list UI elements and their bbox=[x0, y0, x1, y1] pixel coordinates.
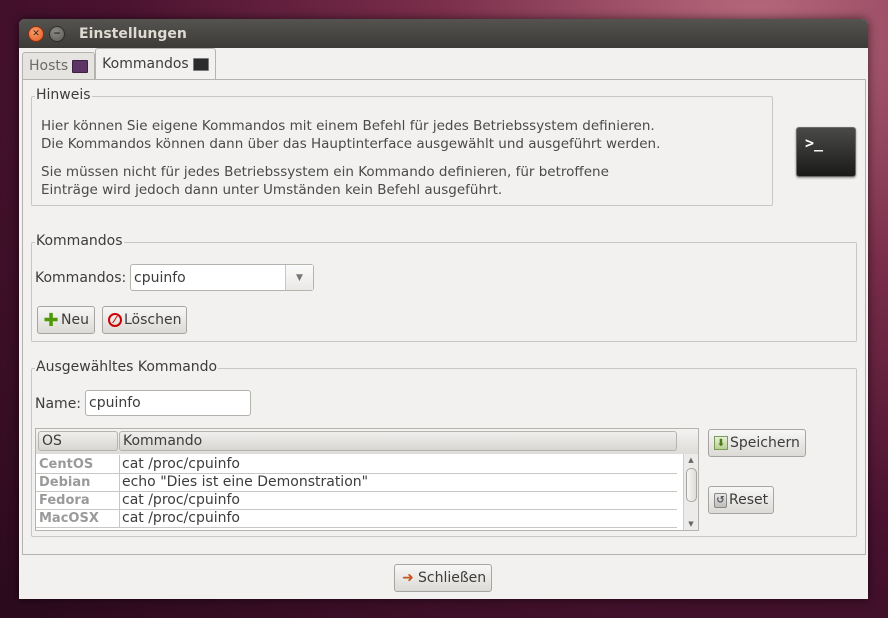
window-minimize-button[interactable]: − bbox=[49, 25, 65, 42]
table-row[interactable]: Debian echo "Dies ist eine Demonstration… bbox=[36, 473, 677, 492]
settings-window: ✕ − Einstellungen Hosts Kommandos Hinwei… bbox=[19, 19, 868, 599]
delete-command-button[interactable]: ⁄ Löschen bbox=[102, 306, 188, 334]
row-os: Fedora bbox=[39, 492, 90, 508]
save-button[interactable]: ⬇ Speichern bbox=[708, 429, 806, 457]
window-title: Einstellungen bbox=[79, 25, 187, 42]
command-select[interactable]: cpuinfo ▼ bbox=[130, 264, 314, 291]
new-command-button[interactable]: ✚ Neu bbox=[37, 306, 95, 334]
hint-line-4: Einträge wird jedoch dann unter Umstände… bbox=[41, 182, 503, 198]
close-label: Schließen bbox=[418, 570, 487, 586]
reset-label: Reset bbox=[729, 492, 769, 508]
row-os: MacOSX bbox=[39, 510, 99, 526]
column-header-command[interactable]: Kommando bbox=[119, 431, 677, 451]
tab-hosts-label: Hosts bbox=[29, 58, 69, 74]
row-command: cat /proc/cpuinfo bbox=[119, 509, 240, 527]
tab-kommandos[interactable]: Kommandos bbox=[95, 48, 216, 79]
window-close-button[interactable]: ✕ bbox=[28, 25, 44, 42]
os-command-table[interactable]: OS Kommando CentOS cat /proc/cpuinfo Deb… bbox=[35, 428, 699, 531]
chevron-down-icon[interactable]: ▼ bbox=[285, 265, 313, 290]
scroll-thumb[interactable] bbox=[686, 468, 697, 502]
close-button[interactable]: ➜ Schließen bbox=[394, 564, 493, 592]
plus-icon: ✚ bbox=[43, 309, 59, 331]
tab-panel: Hinweis Hier können Sie eigene Kommandos… bbox=[22, 79, 866, 555]
hint-line-3: Sie müssen nicht für jedes Betriebssyste… bbox=[41, 164, 609, 180]
table-scrollbar[interactable]: ▲ ▼ bbox=[683, 454, 698, 530]
column-header-os[interactable]: OS bbox=[38, 431, 118, 451]
name-field[interactable]: cpuinfo bbox=[85, 390, 251, 416]
reset-icon: ↺ bbox=[714, 492, 727, 508]
hint-group: Hinweis Hier können Sie eigene Kommandos… bbox=[31, 87, 773, 206]
exit-icon: ➜ bbox=[402, 570, 414, 586]
table-row[interactable]: CentOS cat /proc/cpuinfo bbox=[36, 455, 677, 474]
delete-command-label: Löschen bbox=[124, 312, 182, 328]
selected-command-group: Ausgewähltes Kommando Name: cpuinfo OS K… bbox=[31, 359, 857, 537]
tab-bar: Hosts Kommandos bbox=[22, 48, 216, 79]
new-command-label: Neu bbox=[61, 312, 89, 328]
table-header: OS Kommando bbox=[36, 429, 698, 454]
row-command: cat /proc/cpuinfo bbox=[119, 455, 240, 473]
table-row[interactable]: Fedora cat /proc/cpuinfo bbox=[36, 491, 677, 510]
commands-label: Kommandos: bbox=[35, 270, 127, 286]
commands-legend: Kommandos bbox=[35, 233, 124, 249]
terminal-prompt: >_ bbox=[805, 134, 824, 152]
name-label: Name: bbox=[35, 396, 82, 412]
reset-button[interactable]: ↺ Reset bbox=[708, 486, 775, 514]
commands-group: Kommandos Kommandos: cpuinfo ▼ ✚ Neu ⁄ L… bbox=[31, 233, 857, 342]
hint-line-1: Hier können Sie eigene Kommandos mit ein… bbox=[41, 118, 655, 134]
row-os: Debian bbox=[39, 474, 91, 490]
table-row[interactable]: MacOSX cat /proc/cpuinfo bbox=[36, 509, 677, 528]
scroll-up-icon[interactable]: ▲ bbox=[684, 454, 698, 466]
hint-line-2: Die Kommandos können dann über das Haupt… bbox=[41, 136, 661, 152]
tab-hosts[interactable]: Hosts bbox=[22, 52, 96, 79]
scroll-down-icon[interactable]: ▼ bbox=[684, 518, 698, 530]
row-command: echo "Dies ist eine Demonstration" bbox=[119, 473, 368, 491]
title-bar[interactable]: ✕ − Einstellungen bbox=[19, 19, 868, 48]
save-icon: ⬇ bbox=[714, 436, 728, 450]
row-command: cat /proc/cpuinfo bbox=[119, 491, 240, 509]
monitor-icon bbox=[72, 59, 89, 73]
tab-kommandos-label: Kommandos bbox=[102, 56, 189, 72]
delete-icon: ⁄ bbox=[108, 313, 122, 327]
command-select-value: cpuinfo bbox=[134, 269, 186, 286]
hint-legend: Hinweis bbox=[35, 87, 92, 103]
terminal-icon bbox=[192, 57, 209, 71]
save-label: Speichern bbox=[730, 435, 800, 451]
terminal-icon: >_ bbox=[796, 127, 856, 177]
selected-command-legend: Ausgewähltes Kommando bbox=[35, 359, 219, 375]
row-os: CentOS bbox=[39, 456, 94, 472]
